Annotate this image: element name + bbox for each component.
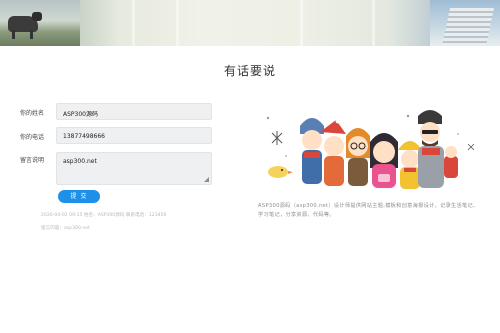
submit-button[interactable]: 提 交 [58, 190, 100, 203]
banner-photo-right [430, 0, 500, 46]
cow-leg [12, 30, 15, 39]
message-record-content: 留言内容：asp300.net [41, 226, 90, 231]
snow-dot [266, 116, 270, 120]
person-figure [300, 118, 324, 184]
person-figure [444, 146, 458, 178]
phone-label: 你的电话 [20, 134, 45, 141]
bird-figure [268, 166, 293, 178]
cow-leg [30, 30, 33, 39]
snowflake-icon [271, 131, 283, 145]
person-figure [346, 128, 370, 186]
snow-dot [285, 155, 287, 157]
banner-light-stripe [176, 0, 179, 46]
site-description: ASP300源码（asp300.net）设计师提供网站主题,模板和创意海报设计，… [258, 203, 479, 218]
people-illustration [266, 110, 475, 189]
name-label: 你的姓名 [20, 110, 45, 117]
banner-light-stripe [372, 0, 375, 46]
person-figure [418, 110, 444, 188]
header-banner [0, 0, 500, 46]
message-text: asp300.net [63, 158, 97, 165]
resize-grip-icon[interactable] [204, 177, 209, 182]
page-title: 有话要说 [223, 64, 276, 78]
building-figure [441, 8, 495, 46]
banner-light-stripe [132, 0, 135, 46]
name-field[interactable]: ASP300源码 [56, 103, 212, 120]
message-record-info: 2020-04-02 09:15 姓名：ASP300源码 联系电话：123456 [41, 213, 167, 218]
person-figure [370, 133, 398, 188]
phone-field[interactable]: 13877498666 [56, 127, 212, 144]
message-textarea[interactable]: asp300.net [56, 152, 212, 185]
snow-dot [457, 133, 459, 135]
snow-dot [406, 114, 410, 118]
snowflake-icon [467, 143, 475, 151]
banner-photo-left [0, 0, 80, 46]
message-label: 留言说明 [20, 157, 45, 164]
banner-light-stripe [300, 0, 303, 46]
